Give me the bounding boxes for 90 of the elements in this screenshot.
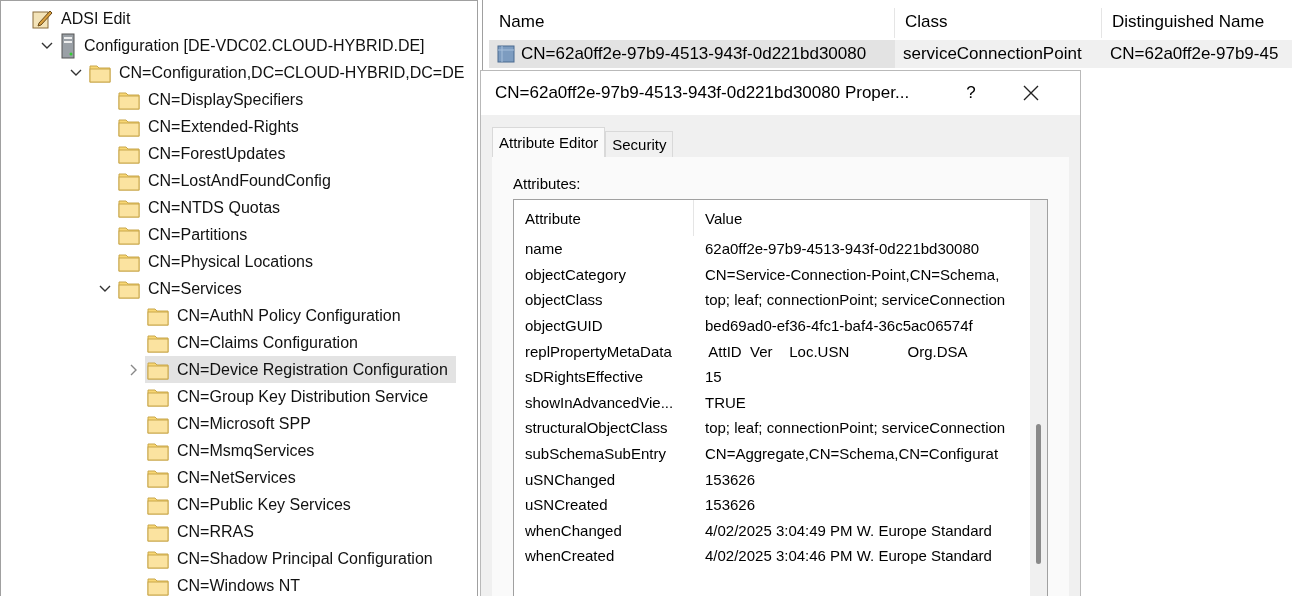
tree-item[interactable]: CN=MsmqServices xyxy=(145,437,323,464)
folder-icon xyxy=(147,467,169,488)
column-header[interactable]: Name xyxy=(489,8,895,38)
attribute-name: objectClass xyxy=(524,291,604,309)
tree-item[interactable]: Configuration [DE-VDC02.CLOUD-HYBRID.DE] xyxy=(58,32,433,59)
tree-item[interactable]: CN=Shadow Principal Configuration xyxy=(145,545,441,572)
attribute-value: 62a0ff2e-97b9-4513-943f-0d221bd30080 xyxy=(704,240,980,258)
attribute-name: structuralObjectClass xyxy=(524,419,669,437)
scrollbar-thumb[interactable] xyxy=(1036,424,1041,564)
tree-item[interactable]: CN=NTDS Quotas xyxy=(116,194,289,221)
folder-icon xyxy=(118,278,140,299)
attribute-name: whenChanged xyxy=(524,521,623,539)
folder-icon xyxy=(118,116,140,137)
close-icon xyxy=(1023,85,1039,101)
attribute-name: showInAdvancedVie... xyxy=(524,393,675,411)
tree-item[interactable]: CN=Physical Locations xyxy=(116,248,321,275)
attribute-name: uSNChanged xyxy=(524,470,617,488)
attribute-value: 153626 xyxy=(704,496,756,514)
column-header[interactable]: Attribute xyxy=(514,200,694,236)
folder-icon xyxy=(147,332,169,353)
folder-icon xyxy=(118,224,140,245)
folder-icon xyxy=(118,89,140,110)
tree-item[interactable]: CN=Partitions xyxy=(116,221,256,248)
folder-icon xyxy=(89,62,111,83)
attribute-value: bed69ad0-ef36-4fc1-baf4-36c5ac06574f xyxy=(704,317,973,335)
chevron-down-icon[interactable] xyxy=(41,41,53,50)
column-header[interactable]: Value xyxy=(694,200,743,236)
tree-item[interactable]: CN=LostAndFoundConfig xyxy=(116,167,339,194)
attribute-value: AttID Ver Loc.USN Org.DSA xyxy=(707,342,968,360)
folder-icon xyxy=(118,251,140,272)
column-header[interactable]: Distinguished Name xyxy=(1102,8,1292,38)
tab[interactable]: Attribute Editor xyxy=(492,127,606,157)
attribute-value: 15 xyxy=(704,368,722,386)
tree-item[interactable]: CN=Microsoft SPP xyxy=(145,410,319,437)
tab[interactable]: Security xyxy=(605,131,674,157)
attribute-value: top; leaf; connectionPoint; serviceConnection xyxy=(704,291,1006,309)
tree-item[interactable]: CN=AuthN Policy Configuration xyxy=(145,302,409,329)
folder-icon xyxy=(118,197,140,218)
list-cell: serviceConnectionPoint xyxy=(895,40,1102,68)
attribute-name: replPropertyMetaData xyxy=(524,342,673,360)
tree-item[interactable]: ADSI Edit xyxy=(29,5,139,32)
attribute-name: sDRightsEffective xyxy=(524,368,645,386)
tree-item[interactable]: CN=Device Registration Configuration xyxy=(145,356,456,383)
object-icon xyxy=(497,45,515,63)
tree-item[interactable]: CN=Windows NT xyxy=(145,572,309,596)
chevron-right-icon[interactable] xyxy=(130,363,138,376)
chevron-down-icon[interactable] xyxy=(70,68,82,77)
attribute-value: TRUE xyxy=(704,393,746,411)
list-cell: CN=62a0ff2e-97b9-4513-943f-0d221bd30080 xyxy=(489,40,895,68)
folder-icon xyxy=(147,575,169,596)
folder-icon xyxy=(118,143,140,164)
folder-icon xyxy=(147,413,169,434)
attribute-value: 4/02/2025 3:04:46 PM W. Europe Standard xyxy=(704,547,992,565)
dialog-title: CN=62a0ff2e-97b9-4513-943f-0d221bd30080 Proper... xyxy=(495,83,911,103)
column-header[interactable]: Class xyxy=(895,8,1102,38)
tree-item[interactable]: CN=Services xyxy=(116,275,250,302)
attribute-name: objectCategory xyxy=(524,265,627,283)
folder-icon xyxy=(118,170,140,191)
attribute-value: 4/02/2025 3:04:49 PM W. Europe Standard xyxy=(704,521,992,539)
tree-item[interactable]: CN=Group Key Distribution Service xyxy=(145,383,437,410)
folder-icon xyxy=(147,440,169,461)
chevron-down-icon[interactable] xyxy=(99,284,111,293)
tree-item[interactable]: CN=Configuration,DC=CLOUD-HYBRID,DC=DE xyxy=(87,59,473,86)
folder-icon xyxy=(147,521,169,542)
scrollbar[interactable] xyxy=(1030,200,1047,596)
attribute-name: subSchemaSubEntry xyxy=(524,445,667,463)
attribute-value: CN=Service-Connection-Point,CN=Schema, xyxy=(704,265,1000,283)
tree-item[interactable]: CN=NetServices xyxy=(145,464,304,491)
tree-item[interactable]: CN=Claims Configuration xyxy=(145,329,366,356)
tree-item[interactable]: CN=DisplaySpecifiers xyxy=(116,86,312,113)
tree-item[interactable]: CN=Public Key Services xyxy=(145,491,359,518)
server-icon xyxy=(60,32,76,59)
attribute-name: whenCreated xyxy=(524,547,616,565)
attribute-value: top; leaf; connectionPoint; serviceConnection xyxy=(704,419,1006,437)
folder-icon xyxy=(147,305,169,326)
help-button[interactable]: ? xyxy=(951,73,991,113)
attribute-value: CN=Aggregate,CN=Schema,CN=Configurat xyxy=(704,445,999,463)
tree-item[interactable]: CN=Extended-Rights xyxy=(116,113,307,140)
attribute-name: objectGUID xyxy=(524,317,604,335)
folder-icon xyxy=(147,548,169,569)
attribute-value: 153626 xyxy=(704,470,756,488)
attributes-label: Attributes: xyxy=(513,175,582,192)
attribute-name: uSNCreated xyxy=(524,496,609,514)
attribute-name: name xyxy=(524,240,564,258)
folder-icon xyxy=(147,386,169,407)
folder-icon xyxy=(147,359,169,380)
folder-icon xyxy=(147,494,169,515)
tree-item[interactable]: CN=RRAS xyxy=(145,518,262,545)
list-cell: CN=62a0ff2e-97b9-45 xyxy=(1102,40,1292,68)
tree-item[interactable]: CN=ForestUpdates xyxy=(116,140,294,167)
